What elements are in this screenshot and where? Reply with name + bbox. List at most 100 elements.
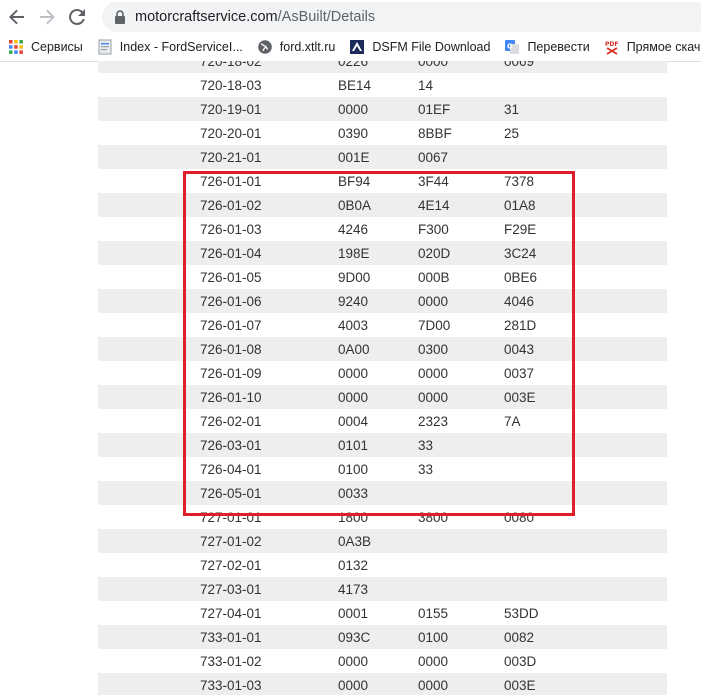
value-cell-3: 01A8 (504, 193, 667, 217)
value-cell-2: 01EF (418, 97, 504, 121)
table-row: 726-01-03 4246 F300 F29E (98, 217, 667, 241)
forward-button[interactable] (32, 0, 62, 33)
address-cell: 720-19-01 (200, 97, 338, 121)
value-cell-2: 8BBF (418, 121, 504, 145)
value-cell-3: 0069 (504, 61, 667, 73)
row-spacer (98, 241, 200, 265)
table-row: 727-01-02 0A3B (98, 529, 667, 553)
bookmark-dsfm-file-download[interactable]: DSFM File Download (349, 33, 490, 61)
row-spacer (98, 409, 200, 433)
svg-text:G: G (507, 43, 513, 51)
address-cell: 720-18-02 (200, 61, 338, 73)
svg-text:PDF: PDF (605, 41, 618, 48)
table-row: 726-04-01 0100 33 (98, 457, 667, 481)
value-cell-2: 3F44 (418, 169, 504, 193)
url-path: /AsBuilt/Details (277, 9, 376, 25)
value-cell-1: 0132 (338, 553, 418, 577)
value-cell-1: 0101 (338, 433, 418, 457)
translate-icon: G (504, 39, 520, 55)
value-cell-2: 0155 (418, 601, 504, 625)
value-cell-2: 0000 (418, 673, 504, 695)
address-cell: 726-01-05 (200, 265, 338, 289)
row-spacer (98, 193, 200, 217)
table-row: 726-01-06 9240 0000 4046 (98, 289, 667, 313)
address-cell: 726-01-06 (200, 289, 338, 313)
value-cell-1: 9D00 (338, 265, 418, 289)
table-row: 726-01-10 0000 0000 003E (98, 385, 667, 409)
row-spacer (98, 73, 200, 97)
row-spacer (98, 649, 200, 673)
value-cell-2: 0100 (418, 625, 504, 649)
address-bar[interactable]: motorcraftservice.com/AsBuilt/Details (102, 2, 701, 32)
table-row: 726-03-01 0101 33 (98, 433, 667, 457)
row-spacer (98, 361, 200, 385)
value-cell-3: 7378 (504, 169, 667, 193)
address-cell: 726-01-03 (200, 217, 338, 241)
table-row: 720-18-03 BE14 14 (98, 73, 667, 97)
bookmarks-bar: Сервисы Index - FordServiceI... ford.xtl… (0, 33, 701, 62)
value-cell-2: 0000 (418, 385, 504, 409)
value-cell-3 (504, 73, 667, 97)
value-cell-2 (418, 529, 504, 553)
bookmark-services[interactable]: Сервисы (8, 33, 83, 61)
row-spacer (98, 97, 200, 121)
address-cell: 733-01-01 (200, 625, 338, 649)
row-spacer (98, 265, 200, 289)
value-cell-1: 9240 (338, 289, 418, 313)
bookmark-label: DSFM File Download (372, 40, 491, 54)
address-cell: 726-01-07 (200, 313, 338, 337)
value-cell-2 (418, 553, 504, 577)
value-cell-2: 33 (418, 457, 504, 481)
document-icon (97, 39, 113, 55)
value-cell-3 (504, 457, 667, 481)
row-spacer (98, 61, 200, 73)
row-spacer (98, 289, 200, 313)
value-cell-2: 0067 (418, 145, 504, 169)
reload-button[interactable] (62, 0, 92, 33)
value-cell-3: 7A (504, 409, 667, 433)
table-row: 733-01-02 0000 0000 003D (98, 649, 667, 673)
value-cell-2 (418, 481, 504, 505)
url-text[interactable]: motorcraftservice.com/AsBuilt/Details (135, 9, 375, 25)
value-cell-1: 0000 (338, 673, 418, 695)
row-spacer (98, 385, 200, 409)
bookmark-translate[interactable]: G Перевести (504, 33, 590, 61)
table-row: 720-19-01 0000 01EF 31 (98, 97, 667, 121)
address-cell: 727-01-02 (200, 529, 338, 553)
row-spacer (98, 601, 200, 625)
reload-icon (69, 8, 85, 25)
value-cell-2: 33 (418, 433, 504, 457)
value-cell-1: 0000 (338, 97, 418, 121)
table-row: 727-01-01 1800 3800 0080 (98, 505, 667, 529)
table-row: 720-18-02 0226 0000 0069 (98, 61, 667, 73)
value-cell-1: 0A3B (338, 529, 418, 553)
row-spacer (98, 529, 200, 553)
address-cell: 733-01-02 (200, 649, 338, 673)
back-button[interactable] (2, 0, 32, 33)
value-cell-1: 0000 (338, 361, 418, 385)
value-cell-3: 003E (504, 385, 667, 409)
table-row: 727-03-01 4173 (98, 577, 667, 601)
url-host: motorcraftservice.com (135, 9, 278, 25)
value-cell-1: 1800 (338, 505, 418, 529)
dsfm-icon (349, 39, 365, 55)
table-row: 726-01-04 198E 020D 3C24 (98, 241, 667, 265)
table-row: 720-20-01 0390 8BBF 25 (98, 121, 667, 145)
value-cell-2: 020D (418, 241, 504, 265)
address-cell: 727-01-01 (200, 505, 338, 529)
address-cell: 727-03-01 (200, 577, 338, 601)
value-cell-3: 0043 (504, 337, 667, 361)
row-spacer (98, 625, 200, 649)
address-cell: 726-01-08 (200, 337, 338, 361)
table-row: 726-01-05 9D00 000B 0BE6 (98, 265, 667, 289)
bookmark-ford-xtlt[interactable]: ford.xtlt.ru (257, 33, 335, 61)
value-cell-2: 7D00 (418, 313, 504, 337)
bookmark-direct-download[interactable]: PDF Прямое скачиван (604, 33, 701, 61)
address-cell: 720-18-03 (200, 73, 338, 97)
address-cell: 726-01-04 (200, 241, 338, 265)
value-cell-1: 4173 (338, 577, 418, 601)
bookmark-index-fordservice[interactable]: Index - FordServiceI... (97, 33, 243, 61)
table-row: 726-01-09 0000 0000 0037 (98, 361, 667, 385)
table-row: 727-02-01 0132 (98, 553, 667, 577)
value-cell-1: 0226 (338, 61, 418, 73)
